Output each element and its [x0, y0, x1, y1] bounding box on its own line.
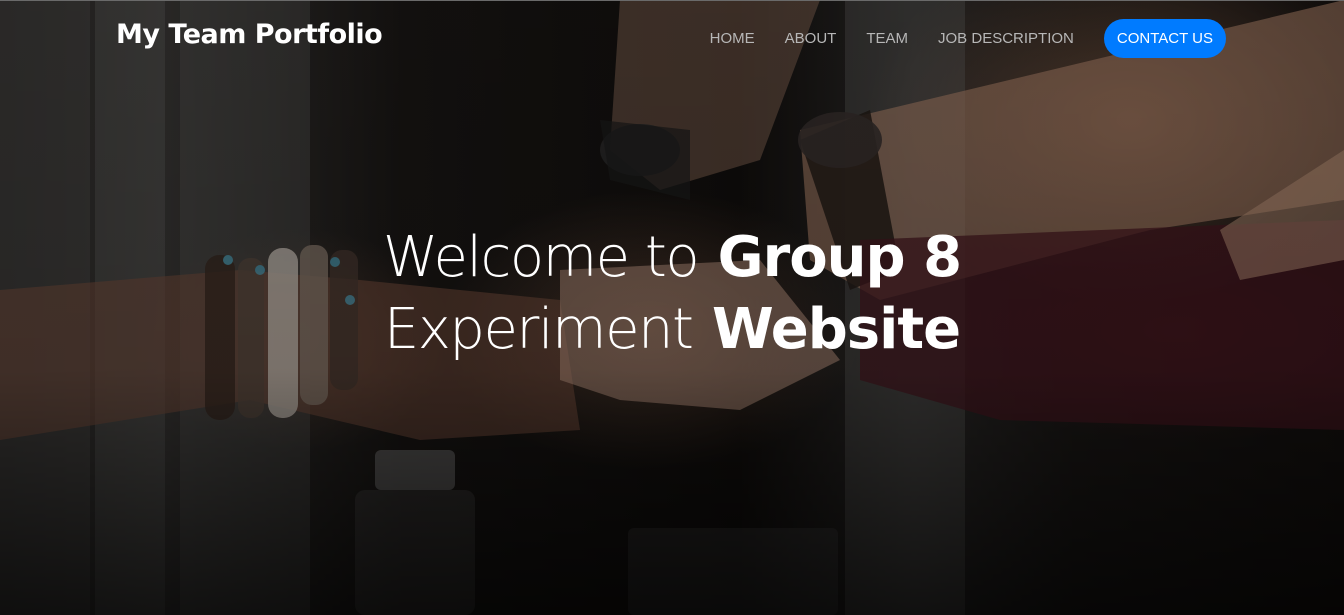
hero-experiment-text: Experiment: [383, 297, 694, 362]
nav-link-home[interactable]: HOME: [710, 30, 755, 47]
nav-menu: HOME ABOUT TEAM JOB DESCRIPTION CONTACT …: [710, 19, 1226, 58]
hero-group-name: Group 8: [717, 225, 962, 290]
nav-link-team[interactable]: TEAM: [866, 30, 908, 47]
hero-section: My Team Portfolio HOME ABOUT TEAM JOB DE…: [0, 0, 1344, 615]
nav-link-about[interactable]: ABOUT: [785, 30, 837, 47]
nav-link-job-description[interactable]: JOB DESCRIPTION: [938, 30, 1074, 47]
hero-website-text: Website: [711, 297, 961, 362]
hero-heading: Welcome to Group 8 Experiment Website: [0, 222, 1344, 366]
contact-us-button[interactable]: CONTACT US: [1103, 19, 1226, 58]
top-navbar: My Team Portfolio HOME ABOUT TEAM JOB DE…: [0, 0, 1344, 76]
brand-logo-link[interactable]: My Team Portfolio: [116, 19, 383, 50]
hero-welcome-text: Welcome to: [382, 225, 700, 290]
hero-heading-line-2: Experiment Website: [383, 297, 961, 362]
hero-heading-line-1: Welcome to Group 8: [382, 225, 962, 290]
